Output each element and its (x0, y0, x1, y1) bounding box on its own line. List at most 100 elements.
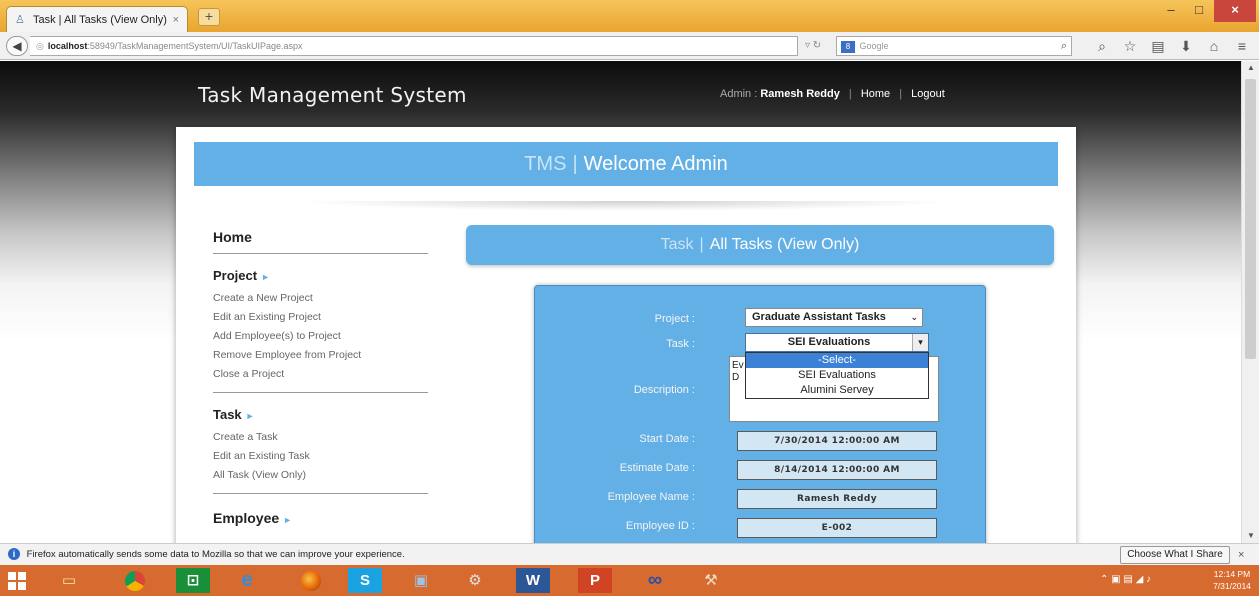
word-icon[interactable]: W (516, 568, 550, 593)
maximize-button[interactable]: □ (1186, 0, 1212, 22)
clock-time: 12:14 PM (1213, 569, 1251, 579)
sidebar-home[interactable]: Home (213, 229, 428, 254)
employee-heading-label: Employee (213, 510, 280, 526)
skype-icon[interactable]: S (348, 568, 382, 593)
chevron-down-icon[interactable]: ▾ (912, 334, 928, 351)
task-select[interactable]: SEI Evaluations ▾ (745, 333, 929, 352)
search-bar[interactable]: 8 Google ⌕ (836, 36, 1072, 56)
window-close-button[interactable]: × (1214, 0, 1256, 22)
info-icon: i (8, 548, 20, 561)
bookmark-star-icon[interactable]: ☆ (1121, 38, 1139, 56)
powerpoint-icon[interactable]: P (578, 568, 612, 593)
section-prefix: Task (660, 236, 694, 253)
firefox-icon[interactable] (294, 568, 328, 593)
task-option[interactable]: Alumini Servey (746, 383, 928, 398)
task-dropdown-list: -Select- SEI Evaluations Alumini Servey (745, 352, 929, 399)
sidebar-link-close-project[interactable]: Close a Project (213, 365, 428, 384)
bookmarks-list-icon[interactable]: ▤ (1149, 38, 1167, 56)
arrow-right-icon: ► (283, 515, 293, 525)
choose-what-i-share-button[interactable]: Choose What I Share (1120, 546, 1230, 564)
reload-icon[interactable]: ▿ ↻ (805, 36, 829, 56)
employee-id-field: E-002 (737, 518, 937, 538)
remote-desktop-icon[interactable]: ▣ (404, 568, 438, 593)
arrow-right-icon: ► (261, 272, 270, 282)
back-button[interactable]: ◀ (6, 36, 28, 56)
site-logo[interactable]: Task Management System (198, 83, 467, 107)
page-favicon-icon: ♙ (15, 13, 25, 26)
sidebar-project-heading[interactable]: Project ► (213, 268, 428, 283)
banner-title: Welcome Admin (583, 153, 728, 175)
browser-navbar: ◀ ◎ localhost:58949/TaskManagementSystem/… (0, 32, 1259, 60)
project-selected-value: Graduate Assistant Tasks (752, 311, 886, 323)
task-option[interactable]: -Select- (746, 353, 928, 368)
sidebar-employee-heading[interactable]: Employee ► (213, 510, 428, 526)
section-separator: | (699, 236, 704, 253)
windows-start-icon[interactable] (8, 572, 26, 590)
scroll-up-icon[interactable]: ▲ (1242, 61, 1259, 75)
chevron-down-icon: ⌄ (910, 312, 918, 322)
employee-name-field: Ramesh Reddy (737, 489, 937, 509)
scroll-down-icon[interactable]: ▼ (1242, 529, 1259, 543)
tab-title: Task | All Tasks (View Only) (33, 13, 167, 26)
tab-close-icon[interactable]: × (173, 14, 179, 26)
task-heading-label: Task (213, 407, 242, 422)
banner-prefix: TMS (524, 153, 567, 175)
sidebar-task-heading[interactable]: Task ► (213, 407, 428, 422)
sidebar-link-add-employee[interactable]: Add Employee(s) to Project (213, 327, 428, 346)
project-label: Project : (654, 313, 695, 325)
role-label: Admin : (720, 88, 758, 100)
file-explorer-icon[interactable]: ▭ (52, 568, 86, 593)
sidebar-link-edit-project[interactable]: Edit an Existing Project (213, 308, 428, 327)
sidebar-link-create-task[interactable]: Create a Task (213, 428, 428, 447)
close-icon[interactable]: × (1238, 544, 1244, 566)
internet-explorer-icon[interactable]: e (230, 568, 264, 593)
section-title-bar: Task | All Tasks (View Only) (466, 225, 1054, 265)
logged-in-user: Ramesh Reddy (760, 88, 840, 100)
system-tray[interactable]: ⌃ ▣ ▤ ◢ ♪ (1100, 574, 1151, 585)
vertical-scrollbar[interactable]: ▲ ▼ (1241, 61, 1259, 543)
minimize-button[interactable]: – (1158, 0, 1184, 22)
search-icon[interactable]: ⌕ (1061, 37, 1067, 55)
sidebar-link-remove-employee[interactable]: Remove Employee from Project (213, 346, 428, 365)
project-select[interactable]: Graduate Assistant Tasks ⌄ (745, 308, 923, 327)
scrollbar-thumb[interactable] (1245, 79, 1256, 359)
chrome-icon[interactable] (118, 568, 152, 593)
search-go-icon[interactable]: ⌕ (1093, 38, 1111, 56)
browser-tab-strip: ♙ Task | All Tasks (View Only) × + – □ × (0, 0, 1259, 32)
setup-icon[interactable]: ⚒ (694, 568, 728, 593)
new-tab-button[interactable]: + (198, 8, 220, 26)
globe-icon: ◎ (36, 41, 44, 51)
sidebar-divider (213, 493, 428, 494)
banner-separator: | (572, 153, 578, 175)
clock[interactable]: 12:14 PM 7/31/2014 (1208, 568, 1256, 592)
sidebar-link-create-project[interactable]: Create a New Project (213, 289, 428, 308)
employee-name-label: Employee Name : (607, 491, 695, 503)
welcome-banner: TMS | Welcome Admin (194, 142, 1058, 186)
home-link[interactable]: Home (861, 88, 890, 100)
menu-icon[interactable]: ≡ (1233, 38, 1251, 56)
home-icon[interactable]: ⌂ (1205, 38, 1223, 56)
task-selected-value: SEI Evaluations (787, 336, 871, 348)
store-icon[interactable]: ⊡ (176, 568, 210, 593)
logout-link[interactable]: Logout (911, 88, 945, 100)
arrow-right-icon: ► (245, 411, 255, 421)
infinity-app-icon[interactable]: ∞ (638, 568, 672, 593)
top-navigation: Admin : Ramesh Reddy | Home | Logout (720, 88, 945, 100)
sidebar-link-all-tasks[interactable]: All Task (View Only) (213, 466, 428, 485)
description-text: D (732, 372, 740, 383)
notification-text: Firefox automatically sends some data to… (26, 549, 405, 560)
nav-separator: | (848, 88, 852, 100)
task-label: Task : (666, 338, 695, 350)
estimate-date-field: 8/14/2014 12:00:00 AM (737, 460, 937, 480)
downloads-icon[interactable]: ⬇ (1177, 38, 1195, 56)
sidebar-link-edit-task[interactable]: Edit an Existing Task (213, 447, 428, 466)
browser-tab[interactable]: ♙ Task | All Tasks (View Only) × (6, 6, 188, 32)
task-option[interactable]: SEI Evaluations (746, 368, 928, 383)
search-engine-icon: 8 (841, 40, 855, 53)
start-date-label: Start Date : (639, 433, 695, 445)
banner-shadow (296, 201, 956, 211)
tools-icon[interactable]: ⚙ (458, 568, 492, 593)
clock-date: 7/31/2014 (1213, 581, 1251, 591)
address-bar[interactable]: ◎ localhost:58949/TaskManagementSystem/UI… (30, 36, 798, 56)
windows-taskbar: ▭ ⊡ e S ▣ ⚙ W P ∞ ⚒ ⌃ ▣ ▤ ◢ ♪ 12:14 PM 7… (0, 565, 1259, 596)
